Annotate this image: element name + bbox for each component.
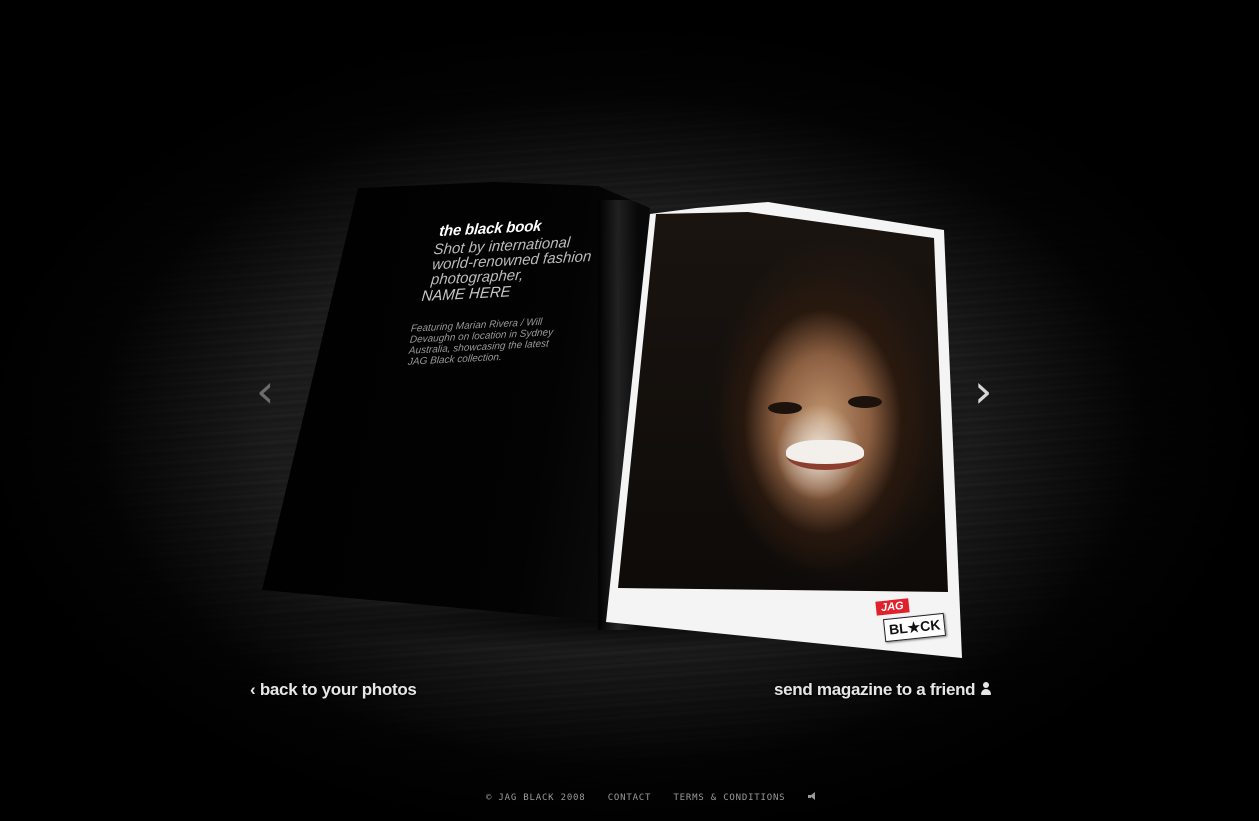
contact-link[interactable]: CONTACT [608, 793, 652, 803]
speaker-icon[interactable] [807, 792, 818, 801]
copyright-text: © JAG BLACK 2008 [486, 793, 586, 803]
back-to-photos-link[interactable]: ‹ back to your photos [250, 680, 417, 700]
smile-shape [786, 440, 864, 470]
footer: © JAG BLACK 2008 CONTACT TERMS & CONDITI… [486, 792, 834, 806]
chevron-left-icon: ‹ [250, 680, 256, 699]
send-to-friend-link[interactable]: send magazine to a friend [774, 680, 992, 700]
chevron-left-icon[interactable]: ‹ [256, 368, 274, 414]
terms-link[interactable]: TERMS & CONDITIONS [673, 793, 785, 803]
chevron-right-icon[interactable]: › [974, 368, 992, 414]
jag-black-logo: JAG BL★CK [874, 598, 947, 644]
eye-shape [848, 396, 882, 408]
book-description: Featuring Marian Rivera / Will Devaughn … [407, 316, 554, 368]
left-page-copy: the black book Shot by international wor… [407, 212, 639, 368]
model-photo [618, 212, 948, 592]
send-link-label: send magazine to a friend [774, 680, 976, 699]
person-icon [981, 682, 992, 696]
logo-jag: JAG [875, 598, 910, 616]
logo-black: BL★CK [882, 612, 947, 643]
back-link-label: back to your photos [259, 680, 417, 699]
eye-shape [768, 402, 802, 414]
